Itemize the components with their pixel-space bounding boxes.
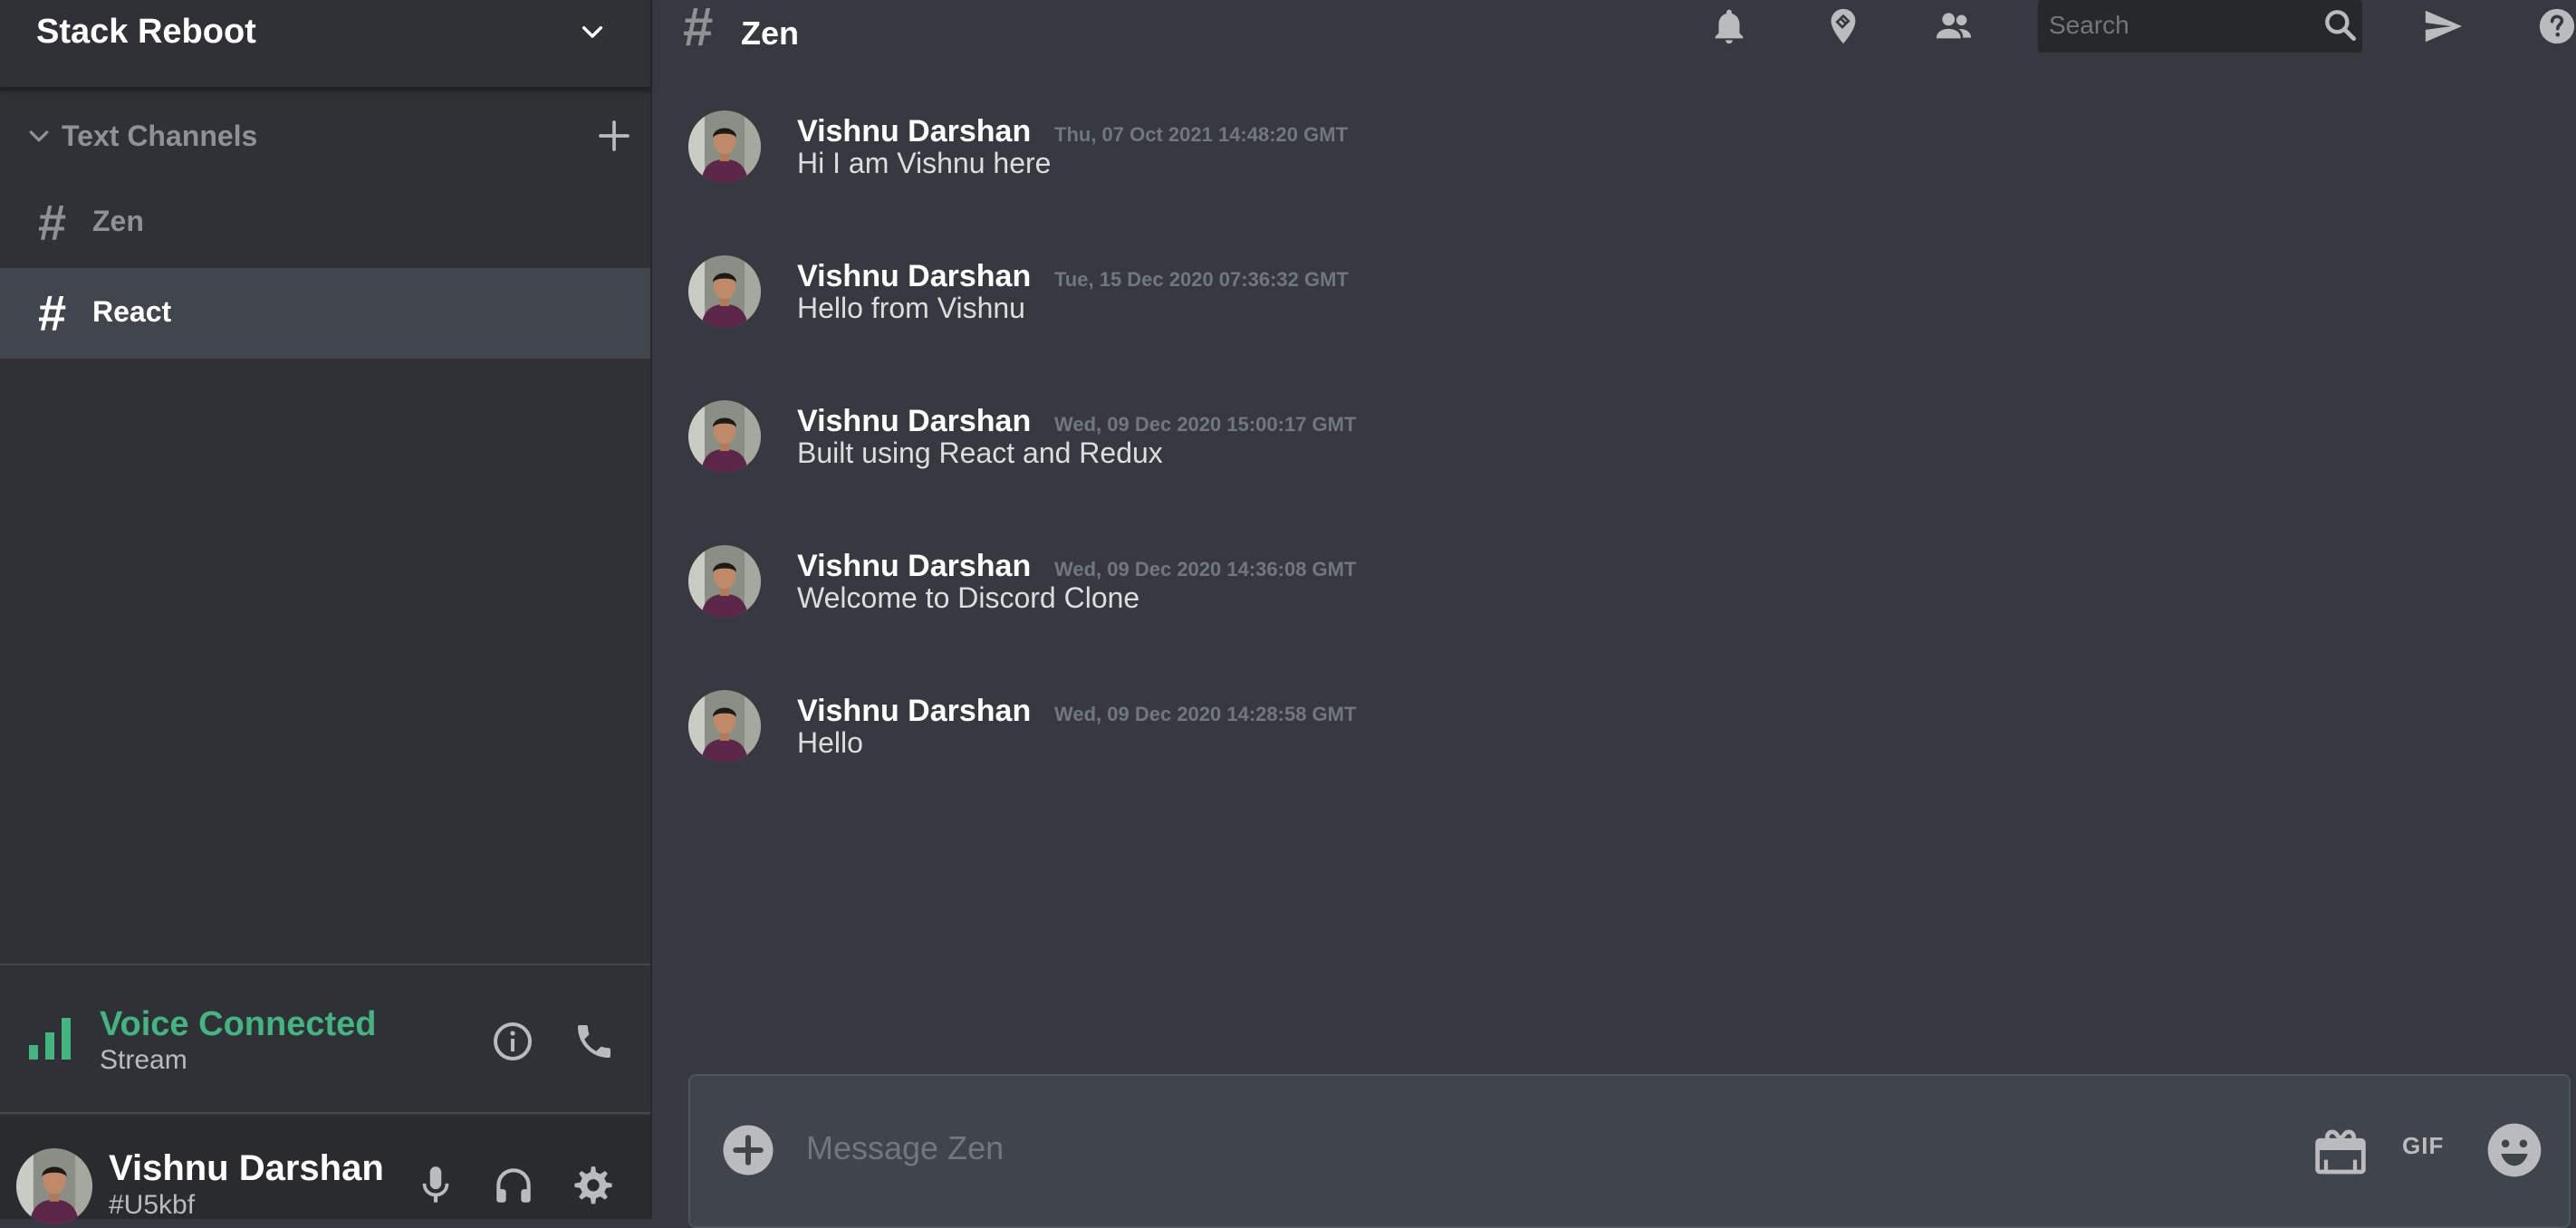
message-list: Vishnu Darshan Thu, 07 Oct 2021 14:48:20… <box>652 91 2576 815</box>
message-timestamp: Wed, 09 Dec 2020 15:00:17 GMT <box>1054 413 1357 436</box>
message-text: Hi I am Vishnu here <box>797 147 1052 179</box>
avatar[interactable] <box>16 1148 92 1224</box>
message-timestamp: Wed, 09 Dec 2020 14:36:08 GMT <box>1054 558 1357 580</box>
pin-icon[interactable] <box>1822 5 1864 47</box>
bell-icon[interactable] <box>1708 5 1750 47</box>
channel-header: # Zen <box>652 0 2576 65</box>
emoji-icon[interactable] <box>2485 1121 2543 1179</box>
channel-item-react[interactable]: # React <box>0 268 650 359</box>
plus-circle-icon[interactable] <box>721 1123 775 1177</box>
server-header[interactable]: Stack Reboot <box>0 0 650 91</box>
info-icon[interactable] <box>491 1020 534 1063</box>
channel-name: React <box>92 295 172 328</box>
send-icon[interactable] <box>2422 5 2464 47</box>
gear-icon[interactable] <box>571 1163 616 1208</box>
avatar[interactable] <box>688 255 761 328</box>
message-text: Hello <box>797 726 863 759</box>
user-tag: #U5kbf <box>109 1190 196 1220</box>
message-author[interactable]: Vishnu Darshan <box>797 694 1031 729</box>
message-item[interactable]: Vishnu Darshan Wed, 09 Dec 2020 14:28:58… <box>652 670 2576 815</box>
chevron-down-icon[interactable] <box>578 18 607 47</box>
message-text: Built using React and Redux <box>797 437 1163 469</box>
message-author[interactable]: Vishnu Darshan <box>797 549 1031 584</box>
search-input[interactable] <box>2047 7 2310 43</box>
text-channels-label: Text Channels <box>62 120 258 152</box>
search-bar <box>2038 0 2362 53</box>
message-timestamp: Tue, 15 Dec 2020 07:36:32 GMT <box>1054 268 1349 291</box>
avatar[interactable] <box>688 690 761 763</box>
voice-channel-name: Stream <box>100 1045 187 1075</box>
message-author[interactable]: Vishnu Darshan <box>797 259 1031 294</box>
search-icon[interactable] <box>2321 5 2360 45</box>
message-author[interactable]: Vishnu Darshan <box>797 114 1031 149</box>
message-item[interactable]: Vishnu Darshan Tue, 15 Dec 2020 07:36:32… <box>652 235 2576 380</box>
message-item[interactable]: Vishnu Darshan Wed, 09 Dec 2020 14:36:08… <box>652 525 2576 670</box>
gift-icon[interactable] <box>2312 1121 2369 1179</box>
voice-status: Voice Connected <box>100 1005 377 1043</box>
headphones-icon[interactable] <box>491 1163 536 1208</box>
signal-icon <box>29 1018 71 1060</box>
channel-title: Zen <box>741 14 800 52</box>
phone-icon[interactable] <box>572 1020 616 1063</box>
message-author[interactable]: Vishnu Darshan <box>797 404 1031 439</box>
message-composer: GIF <box>688 1074 2571 1228</box>
help-icon[interactable] <box>2536 5 2576 47</box>
message-item[interactable]: Vishnu Darshan Wed, 09 Dec 2020 15:00:17… <box>652 380 2576 525</box>
gif-button[interactable]: GIF <box>2402 1132 2444 1160</box>
avatar[interactable] <box>688 400 761 473</box>
message-input[interactable] <box>804 1121 1982 1175</box>
message-timestamp: Wed, 09 Dec 2020 14:28:58 GMT <box>1054 703 1357 725</box>
hashtag-icon: # <box>683 0 714 57</box>
message-timestamp: Thu, 07 Oct 2021 14:48:20 GMT <box>1054 123 1349 146</box>
channel-name: Zen <box>92 205 144 237</box>
avatar[interactable] <box>688 545 761 618</box>
message-text: Welcome to Discord Clone <box>797 581 1140 614</box>
microphone-icon[interactable] <box>413 1163 458 1208</box>
voice-panel: Voice Connected Stream <box>0 964 650 1114</box>
user-panel: Vishnu Darshan #U5kbf <box>0 1116 650 1219</box>
hashtag-icon: # <box>38 284 67 341</box>
chevron-down-icon[interactable] <box>25 123 53 150</box>
server-name: Stack Reboot <box>36 13 256 51</box>
avatar[interactable] <box>688 110 761 183</box>
text-channels-header[interactable]: Text Channels <box>25 116 632 158</box>
sidebar: Stack Reboot Text Channels # Zen # React… <box>0 0 652 1219</box>
plus-icon[interactable] <box>596 118 632 154</box>
channel-item-zen[interactable]: # Zen <box>0 177 650 268</box>
user-name: Vishnu Darshan <box>109 1148 384 1188</box>
message-item[interactable]: Vishnu Darshan Thu, 07 Oct 2021 14:48:20… <box>652 91 2576 235</box>
people-icon[interactable] <box>1933 5 1975 47</box>
message-text: Hello from Vishnu <box>797 292 1025 324</box>
hashtag-icon: # <box>38 194 67 251</box>
